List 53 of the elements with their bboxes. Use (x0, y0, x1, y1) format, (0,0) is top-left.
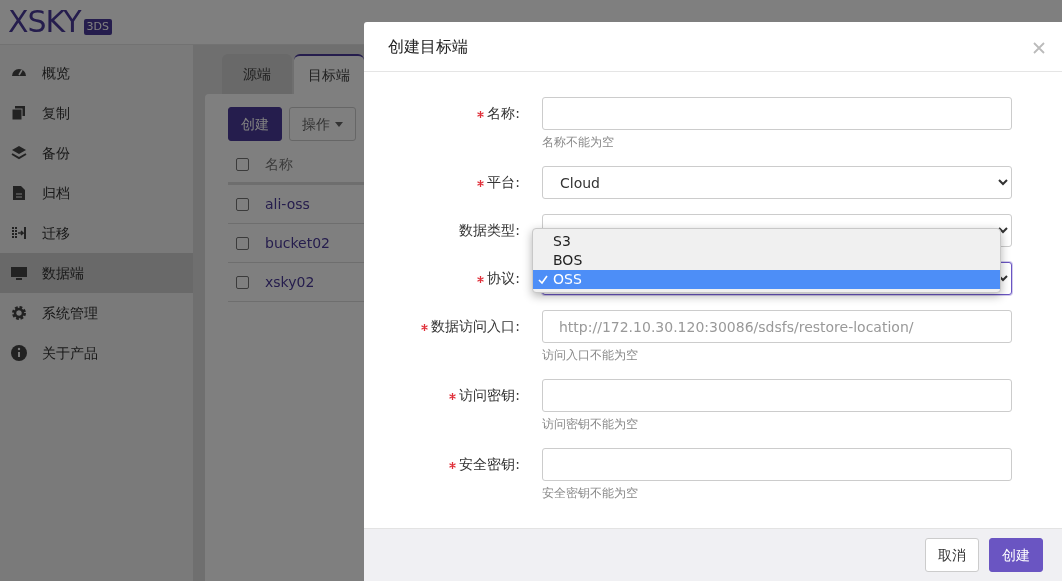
checkbox[interactable] (236, 197, 249, 211)
caret-icon (335, 122, 343, 127)
input-field[interactable] (542, 97, 1012, 130)
name-link[interactable]: ali-oss (265, 193, 310, 215)
help-text: 安全密钥不能为空 (542, 485, 639, 501)
input-field[interactable] (542, 379, 1012, 412)
sidebar-item[interactable]: 备份 (0, 133, 193, 173)
cancel-button[interactable]: 取消 (925, 538, 979, 572)
product-badge: 3DS (83, 18, 112, 36)
sidebar-item[interactable]: 数据端 (0, 253, 193, 293)
copy-icon (10, 104, 28, 122)
field-label: 数据访问入口: (431, 317, 520, 336)
help-text: 访问密钥不能为空 (542, 416, 639, 432)
create-button[interactable]: 创建 (989, 538, 1043, 572)
sidebar-item[interactable]: 系统管理 (0, 293, 193, 333)
sidebar-item[interactable]: 概览 (0, 53, 193, 93)
field-label: 访问密钥: (459, 386, 520, 405)
info-icon (10, 344, 28, 362)
tab[interactable]: 目标端 (294, 54, 364, 94)
dropdown-option[interactable]: S3 (533, 232, 1000, 251)
column-header: 名称 (265, 155, 293, 174)
check-icon (538, 275, 548, 285)
input-field[interactable]: http://172.10.30.120:30086/sdsfs/restore-location/ (542, 310, 1012, 343)
sidebar-item[interactable]: 归档 (0, 173, 193, 213)
checkbox[interactable] (236, 275, 249, 289)
create-button[interactable]: 创建 (228, 107, 282, 141)
field-label: 协议: (487, 269, 520, 288)
name-link[interactable]: bucket02 (265, 232, 330, 254)
dialog-title: 创建目标端 (388, 35, 468, 58)
field-label: 数据类型: (459, 221, 520, 240)
checkbox[interactable] (236, 158, 249, 171)
gear-icon (10, 304, 28, 322)
dropdown-option[interactable]: BOS (533, 251, 1000, 270)
sidebar-item[interactable]: 关于产品 (0, 333, 193, 373)
actions-dropdown[interactable]: 操作 (289, 107, 356, 141)
migrate-icon (10, 224, 28, 242)
input-field[interactable] (542, 448, 1012, 481)
file-icon (10, 184, 28, 202)
sidebar-item[interactable]: 复制 (0, 93, 193, 133)
layers-icon (10, 144, 28, 162)
dropdown-option[interactable]: OSS (533, 270, 1000, 289)
help-text: 名称不能为空 (542, 134, 615, 150)
monitor-icon (10, 264, 28, 282)
tab[interactable]: 源端 (222, 54, 292, 94)
field-label: 安全密钥: (459, 455, 520, 474)
help-text: 访问入口不能为空 (542, 347, 639, 363)
field-label: 名称: (487, 104, 520, 123)
select-field[interactable]: Cloud (542, 166, 1012, 199)
sidebar-item[interactable]: 迁移 (0, 213, 193, 253)
checkbox[interactable] (236, 236, 249, 250)
name-link[interactable]: xsky02 (265, 271, 315, 293)
logo: XSKY (8, 7, 81, 37)
field-label: 平台: (487, 173, 520, 192)
